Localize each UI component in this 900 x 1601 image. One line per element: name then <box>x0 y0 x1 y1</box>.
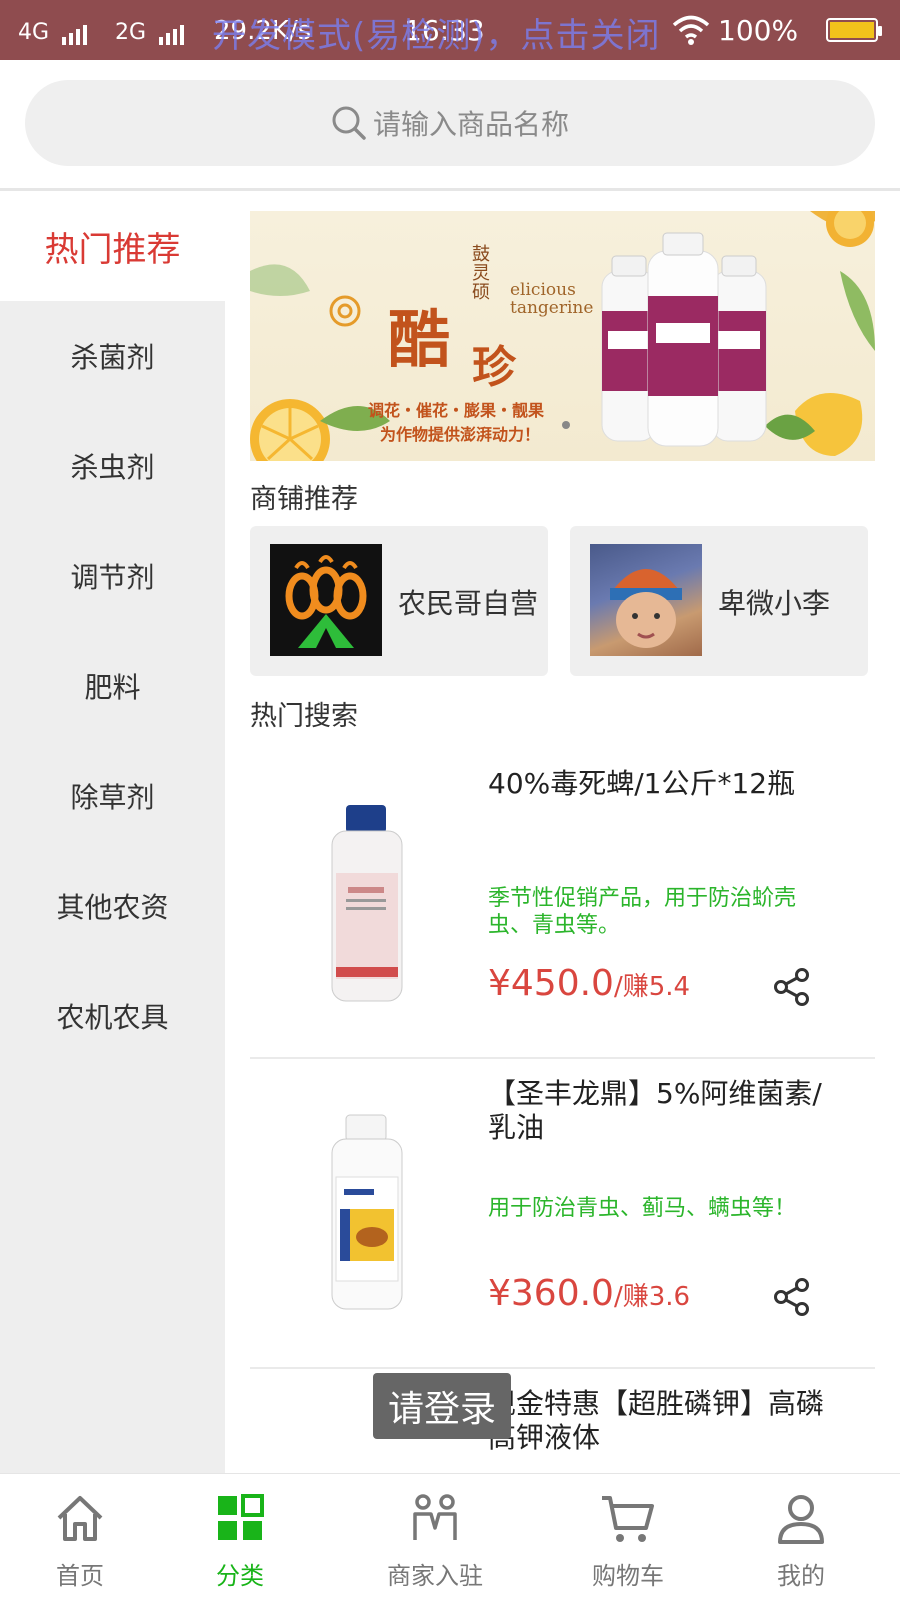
banner-title-main: 酷 <box>388 303 451 376</box>
network-label-4g: 4G <box>18 20 50 45</box>
tab-label: 商家入驻 <box>387 1562 483 1590</box>
earn-value: /赚3.6 <box>613 1282 691 1312</box>
banner-artwork <box>250 211 875 461</box>
sidebar-item-other[interactable]: 其他农资 <box>0 851 225 961</box>
earn-value: /赚5.4 <box>613 972 691 1002</box>
banner-title-sub: 珍 <box>472 342 516 393</box>
search-placeholder: 请输入商品名称 <box>372 108 569 141</box>
banner-brand-vertical: 鼓灵硕 <box>472 244 490 303</box>
shop-avatar-photo <box>610 569 682 648</box>
share-icon[interactable] <box>772 967 812 1007</box>
main-content: 鼓灵硕 酷 珍 elicious tangerine 调花・催花・膨果・靓果 为… <box>250 191 875 1473</box>
dev-mode-banner[interactable]: 开发模式(易检测)，点击关闭 <box>212 8 661 57</box>
network-2g: 2G <box>115 20 187 45</box>
product-title: 【圣丰龙鼎】5%阿维菌素/乳油 <box>488 1077 822 1144</box>
shop-card[interactable]: 卑微小李 <box>570 526 868 676</box>
shop-name: 农民哥自营 <box>398 587 539 620</box>
tab-label: 我的 <box>777 1562 825 1590</box>
search-bar: 请输入商品名称 <box>0 60 900 191</box>
product-title: 40%毒死蜱/1公斤*12瓶 <box>488 767 796 800</box>
tab-home[interactable]: 首页 <box>20 1474 140 1601</box>
user-icon <box>778 1495 824 1544</box>
share-icon[interactable] <box>772 1277 812 1317</box>
sidebar-item-fungicide[interactable]: 杀菌剂 <box>0 301 225 411</box>
search-input[interactable]: 请输入商品名称 <box>25 80 875 166</box>
tab-label: 分类 <box>216 1562 264 1590</box>
banner-slogan-1: 调花・催花・膨果・靓果 <box>368 401 545 420</box>
sidebar-item-hot[interactable]: 热门推荐 <box>0 191 225 301</box>
shop-recommend-title: 商铺推荐 <box>250 484 358 515</box>
signal-icon <box>159 20 187 45</box>
sidebar-item-machinery[interactable]: 农机农具 <box>0 961 225 1071</box>
shop-card[interactable]: 农民哥自营 <box>250 526 548 676</box>
category-sidebar: 热门推荐 杀菌剂 杀虫剂 调节剂 肥料 除草剂 其他农资 农机农具 <box>0 191 225 1473</box>
sidebar-item-insecticide[interactable]: 杀虫剂 <box>0 411 225 521</box>
product-item[interactable]: 【圣丰龙鼎】5%阿维菌素/乳油 用于防治青虫、蓟马、螨虫等！ ¥360.0/赚3… <box>250 1057 875 1369</box>
product-title: 现金特惠【超胜磷钾】高磷高钾液体 <box>488 1387 825 1454</box>
product-price: ¥360.0/赚3.6 <box>488 1273 690 1314</box>
price-value: ¥450.0 <box>488 963 614 1004</box>
bottom-tab-bar: 首页 分类 商家入驻 购物车 我的 <box>0 1473 900 1601</box>
product-image <box>331 1114 403 1310</box>
banner-slogan-2: 为作物提供澎湃动力！ <box>380 425 541 444</box>
promo-banner[interactable]: 鼓灵硕 酷 珍 elicious tangerine 调花・催花・膨果・靓果 为… <box>250 211 875 461</box>
tab-label: 购物车 <box>592 1562 664 1590</box>
status-bar: 4G 2G 29.2K/s 16:33 开发模式(易检测)，点击关闭 100% <box>0 0 900 60</box>
merchant-icon <box>413 1494 457 1540</box>
login-toast: 请登录 <box>373 1373 511 1439</box>
tab-label: 首页 <box>56 1562 104 1590</box>
cart-icon <box>602 1496 654 1542</box>
hot-search-title: 热门搜索 <box>250 701 358 732</box>
sidebar-item-fertilizer[interactable]: 肥料 <box>0 631 225 741</box>
product-description: 用于防治青虫、蓟马、螨虫等！ <box>488 1196 797 1221</box>
network-label-2g: 2G <box>115 20 147 45</box>
tab-merchant[interactable]: 商家入驻 <box>360 1474 510 1601</box>
signal-icon <box>62 20 90 45</box>
tab-category[interactable]: 分类 <box>180 1474 300 1601</box>
shop-avatar <box>590 544 702 656</box>
shop-logo-artwork <box>285 555 367 648</box>
network-4g: 4G <box>18 20 90 45</box>
banner-english: elicious tangerine <box>510 280 594 318</box>
home-icon <box>57 1496 103 1541</box>
product-item[interactable]: 40%毒死蜱/1公斤*12瓶 季节性促销产品，用于防治蚧壳虫、青虫等。 ¥450… <box>250 747 875 1059</box>
product-price: ¥450.0/赚5.4 <box>488 963 690 1004</box>
sidebar-item-herbicide[interactable]: 除草剂 <box>0 741 225 851</box>
shop-name: 卑微小李 <box>718 587 831 620</box>
product-item[interactable]: 现金特惠【超胜磷钾】高磷高钾液体 <box>250 1367 875 1473</box>
product-description: 季节性促销产品，用于防治蚧壳虫、青虫等。 <box>488 886 797 938</box>
price-value: ¥360.0 <box>488 1273 614 1314</box>
search-icon <box>332 106 366 140</box>
product-image <box>331 805 403 1002</box>
battery-icon <box>826 18 882 42</box>
shop-logo <box>270 544 382 656</box>
tab-cart[interactable]: 购物车 <box>568 1474 688 1601</box>
category-icon <box>218 1494 264 1540</box>
sidebar-item-regulator[interactable]: 调节剂 <box>0 521 225 631</box>
battery-percent: 100% <box>718 14 799 47</box>
tab-mine[interactable]: 我的 <box>746 1474 856 1601</box>
wifi-icon <box>672 15 710 45</box>
